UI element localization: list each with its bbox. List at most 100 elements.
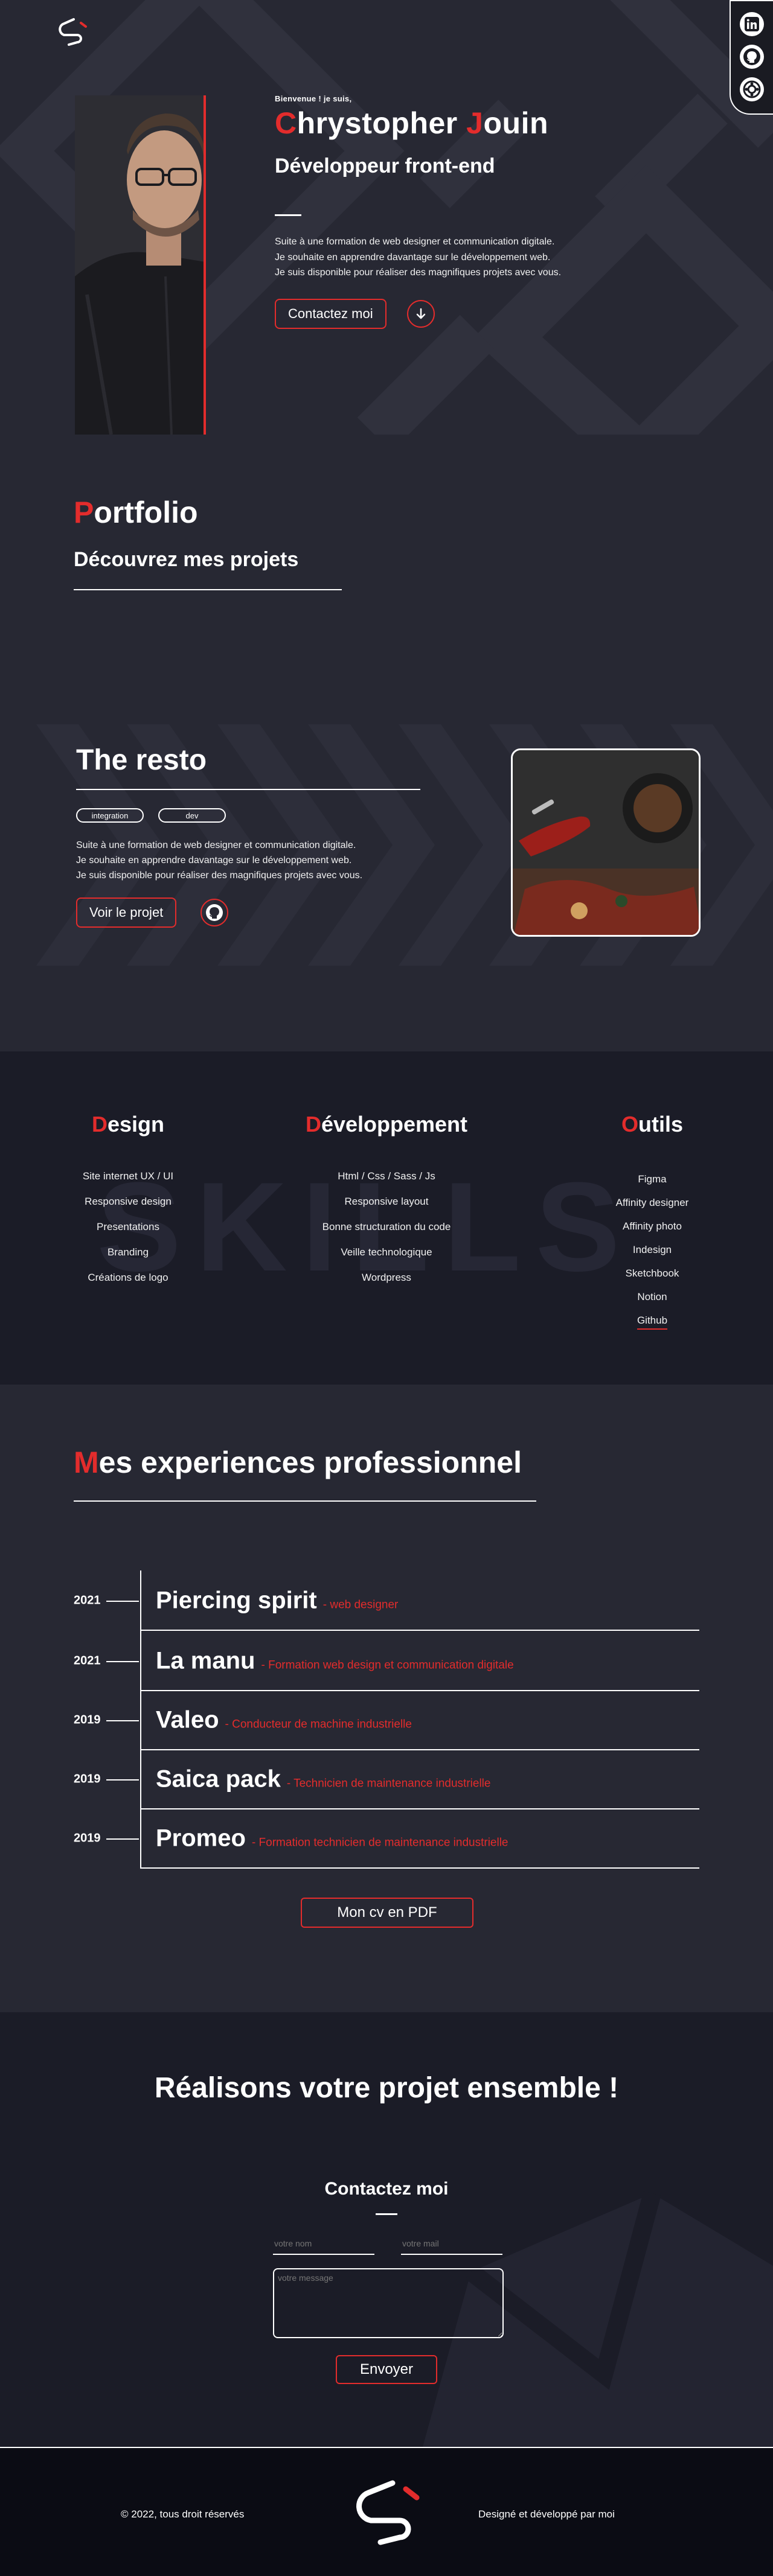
credits-text: Designé et développé par moi <box>478 2508 615 2520</box>
portfolio-divider <box>74 589 342 590</box>
skill-item: Presentations <box>97 1221 159 1232</box>
skill-item: Affinity photo <box>623 1220 682 1232</box>
skills-section: SKILLS Design Site internet UX / UI Resp… <box>0 1051 773 1385</box>
experience-company: Valeo <box>156 1706 219 1733</box>
skill-item: Responsive design <box>85 1196 172 1207</box>
full-name: Chrystopher Jouin <box>275 106 549 140</box>
job-title: Développeur front-end <box>275 155 495 177</box>
message-field[interactable] <box>273 2268 504 2338</box>
timeline-tick <box>106 1601 139 1602</box>
project-actions: Voir le projet <box>76 897 426 928</box>
experience-year: 2019 <box>74 1772 101 1786</box>
skill-item: Html / Css / Sass / Js <box>338 1170 435 1182</box>
experience-role: - Formation technicien de maintenance in… <box>251 1836 508 1849</box>
view-project-button[interactable]: Voir le projet <box>76 897 177 928</box>
experience-year: 2019 <box>74 1713 101 1727</box>
experiences-section: Mes experiences professionnel 2021 Pierc… <box>0 1385 773 2012</box>
experiences-divider <box>74 1500 536 1502</box>
timeline-tick <box>106 1779 139 1781</box>
intro-text: Suite à une formation de web designer et… <box>275 237 562 278</box>
skill-item: Veille technologique <box>341 1246 432 1258</box>
skill-list: Site internet UX / UI Responsive design … <box>56 1164 200 1290</box>
experience-item: 2021 La manu - Formation web design et co… <box>74 1631 699 1691</box>
experience-company: Promeo <box>156 1825 246 1852</box>
greeting: Bienvenue ! je suis, <box>275 94 352 103</box>
skill-item: Affinity designer <box>615 1197 689 1208</box>
project-tag: integration <box>76 808 144 823</box>
skill-column-title: Outils <box>621 1112 684 1137</box>
experience-item: 2019 Saica pack - Technicien de maintenan… <box>74 1749 699 1809</box>
skill-item: Indesign <box>632 1244 672 1255</box>
project-tag: dev <box>158 808 226 823</box>
timeline-tick <box>106 1661 139 1662</box>
experience-role: - Technicien de maintenance industrielle <box>286 1777 491 1790</box>
skill-item: Branding <box>107 1246 149 1258</box>
skill-list: Figma Affinity designer Affinity photo I… <box>574 1167 731 1332</box>
skill-item: Wordpress <box>362 1272 411 1283</box>
project-title: The resto <box>76 744 207 776</box>
footer-logo-icon[interactable] <box>350 2476 425 2547</box>
skill-column-title: Design <box>91 1112 165 1137</box>
experience-year: 2019 <box>74 1831 101 1845</box>
experience-company: Saica pack <box>156 1765 281 1793</box>
project-card: The resto integration dev Suite à une fo… <box>76 744 426 928</box>
download-cv-button[interactable]: Mon cv en PDF <box>301 1898 473 1928</box>
portfolio-link[interactable] <box>740 77 764 101</box>
copyright-text: © 2022, tous droit réservés <box>121 2508 245 2520</box>
experience-company: Piercing spirit <box>156 1587 317 1614</box>
divider <box>275 214 301 216</box>
name-field[interactable] <box>273 2237 374 2255</box>
skill-list: Html / Css / Sass / Js Responsive layout… <box>284 1164 489 1290</box>
hero-section: Bienvenue ! je suis, Chrystopher Jouin D… <box>0 0 773 435</box>
contact-headline: Réalisons votre projet ensemble ! <box>154 2072 619 2104</box>
contact-divider <box>376 2213 397 2215</box>
portfolio-section: Portfolio Découvrez mes projets The rest… <box>0 435 773 1051</box>
timeline-tick <box>106 1720 139 1721</box>
hero-actions: Contactez moi <box>275 298 661 329</box>
experience-year: 2021 <box>74 1654 101 1668</box>
contact-button[interactable]: Contactez moi <box>275 298 386 329</box>
timeline-row-line <box>140 1867 699 1869</box>
experience-item: 2021 Piercing spirit - web designer <box>74 1570 699 1631</box>
experience-item: 2019 Valeo - Conducteur de machine indust… <box>74 1690 699 1750</box>
experience-role: - Conducteur de machine industrielle <box>225 1718 412 1731</box>
experiences-title: Mes experiences professionnel <box>74 1446 522 1479</box>
experience-role: - web designer <box>322 1598 399 1612</box>
skills-tools-column: Outils Figma Affinity designer Affinity … <box>574 1112 731 1332</box>
portfolio-title: Portfolio <box>74 496 198 529</box>
footer: © 2022, tous droit réservés Designé et d… <box>0 2447 773 2576</box>
skill-column-title: Développement <box>305 1112 468 1137</box>
profile-photo <box>75 95 205 435</box>
skill-item: Bonne structuration du code <box>322 1221 451 1232</box>
send-button[interactable]: Envoyer <box>336 2355 437 2384</box>
social-links-bar <box>730 0 773 115</box>
contact-form-title: Contactez moi <box>324 2179 449 2199</box>
github-icon <box>743 48 760 65</box>
project-thumbnail[interactable] <box>511 748 701 937</box>
skill-item: Figma <box>638 1173 667 1185</box>
experience-role: - Formation web design et communication … <box>261 1659 514 1672</box>
email-field[interactable] <box>401 2237 502 2255</box>
gear-icon <box>743 80 761 98</box>
skills-design-column: Design Site internet UX / UI Responsive … <box>56 1112 200 1290</box>
contact-section: Réalisons votre projet ensemble ! Contac… <box>0 2012 773 2447</box>
linkedin-link[interactable] <box>740 12 764 36</box>
skill-item: Github <box>574 1309 731 1332</box>
linkedin-icon <box>745 17 759 31</box>
experience-item: 2019 Promeo - Formation technicien de mai… <box>74 1808 699 1869</box>
project-github-button[interactable] <box>200 899 229 927</box>
portfolio-subtitle: Découvrez mes projets <box>74 548 299 571</box>
arrow-down-icon <box>416 308 425 319</box>
project-tags: integration dev <box>76 808 426 823</box>
skills-development-column: Développement Html / Css / Sass / Js Res… <box>284 1112 489 1290</box>
github-icon <box>206 904 223 922</box>
timeline-tick <box>106 1838 139 1840</box>
skill-item: Créations de logo <box>88 1272 168 1283</box>
scroll-down-button[interactable] <box>406 299 435 328</box>
project-divider <box>76 789 420 790</box>
github-link[interactable] <box>740 45 764 69</box>
experience-year: 2021 <box>74 1593 101 1607</box>
skill-item: Site internet UX / UI <box>82 1170 174 1182</box>
skill-item: Notion <box>637 1291 667 1302</box>
logo-icon[interactable] <box>56 17 89 46</box>
